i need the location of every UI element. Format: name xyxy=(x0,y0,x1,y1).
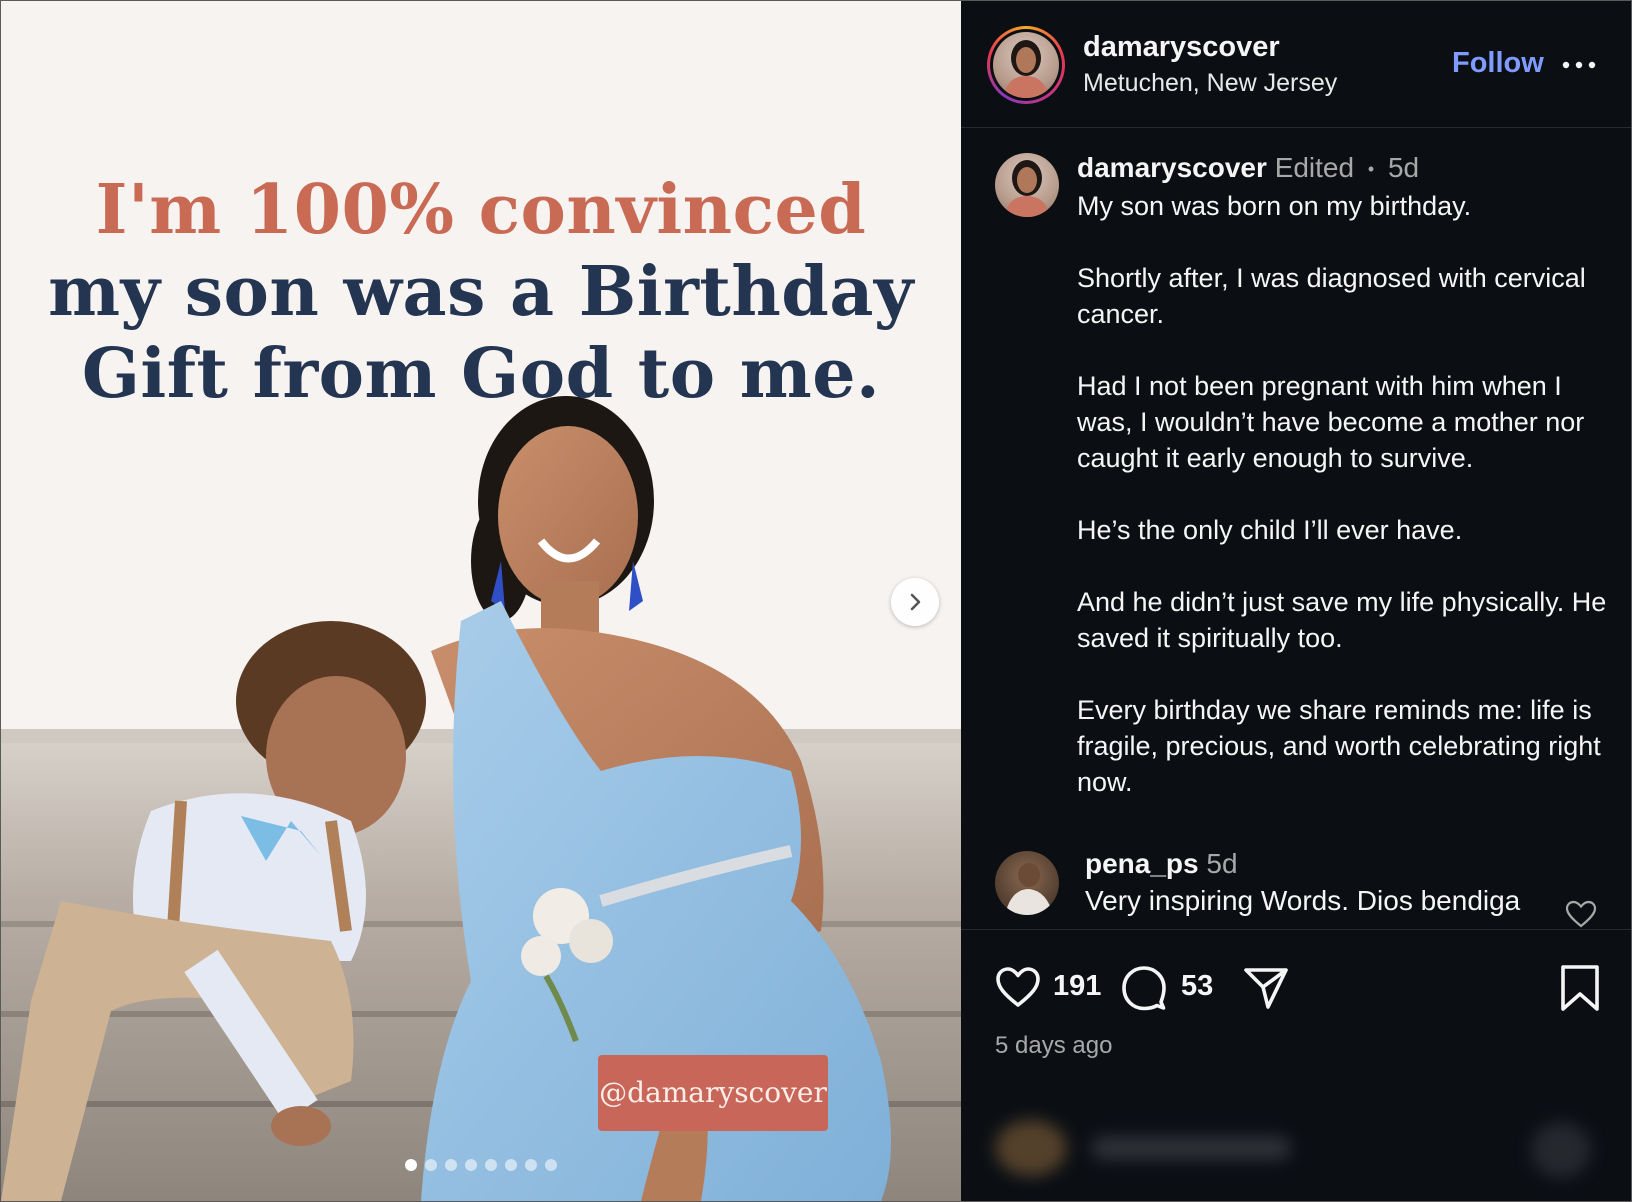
caption-paragraph: Every birthday we share reminds me: life… xyxy=(1077,695,1601,797)
caption-paragraph: And he didn’t just save my life physical… xyxy=(1077,587,1607,653)
avatar xyxy=(993,32,1059,98)
caption-paragraph: Had I not been pregnant with him when I … xyxy=(1077,371,1585,473)
avatar[interactable] xyxy=(995,851,1059,915)
comment-icon[interactable] xyxy=(1121,965,1167,1011)
like-count[interactable]: 191 xyxy=(1053,970,1101,1003)
comments-scroll-area[interactable]: damaryscover Edited • 5d My son was born… xyxy=(961,128,1631,928)
post-header: damaryscover Metuchen, New Jersey Follow xyxy=(961,1,1631,128)
post-headline: I'm 100% convinced my son was a Birthday… xyxy=(1,169,961,415)
headline-line-3: Gift from God to me. xyxy=(81,334,881,414)
carousel-indicator xyxy=(405,1159,557,1171)
watermark-tag: @damaryscover xyxy=(598,1055,828,1131)
story-ring[interactable] xyxy=(987,26,1065,104)
carousel-dot xyxy=(465,1159,477,1171)
caption-paragraph: My son was born on my birthday. xyxy=(1077,191,1472,221)
comment-username[interactable]: pena_ps xyxy=(1085,848,1199,879)
carousel-dot xyxy=(405,1159,417,1171)
headline-line-2: my son was a Birthday xyxy=(48,252,914,332)
comment-count[interactable]: 53 xyxy=(1181,970,1213,1003)
carousel-dot xyxy=(485,1159,497,1171)
post-side-panel: damaryscover Metuchen, New Jersey Follow… xyxy=(961,1,1631,1201)
carousel-dot xyxy=(505,1159,517,1171)
post-timestamp[interactable]: 5 days ago xyxy=(995,1032,1112,1060)
post-modal: I'm 100% convinced my son was a Birthday… xyxy=(0,0,1632,1202)
profile-photo xyxy=(1005,863,1053,915)
share-icon[interactable] xyxy=(1243,965,1289,1011)
caption-paragraph: He’s the only child I’ll ever have. xyxy=(1077,515,1463,545)
carousel-dot xyxy=(445,1159,457,1171)
heart-icon[interactable] xyxy=(1565,900,1597,928)
headline-line-1: I'm 100% convinced xyxy=(95,170,867,250)
profile-photo xyxy=(1004,160,1050,217)
post-media: I'm 100% convinced my son was a Birthday… xyxy=(1,1,961,1201)
carousel-dot xyxy=(425,1159,437,1171)
heart-icon[interactable] xyxy=(995,966,1041,1008)
follow-button[interactable]: Follow xyxy=(1452,47,1544,80)
caption-text: My son was born on my birthday. Shortly … xyxy=(1077,188,1617,836)
caption-meta: damaryscover Edited • 5d xyxy=(1077,152,1419,184)
header-location[interactable]: Metuchen, New Jersey xyxy=(1083,69,1337,98)
comment-text: Very inspiring Words. Dios bendiga xyxy=(1085,885,1521,916)
carousel-dot xyxy=(545,1159,557,1171)
caption-paragraph: Shortly after, I was diagnosed with cerv… xyxy=(1077,263,1586,329)
carousel-dot xyxy=(525,1159,537,1171)
header-username[interactable]: damaryscover xyxy=(1083,31,1280,64)
bookmark-icon[interactable] xyxy=(1559,964,1601,1012)
caption-time[interactable]: 5d xyxy=(1388,152,1419,183)
edited-label: Edited xyxy=(1274,152,1355,183)
blurred-suggestion-row xyxy=(961,1100,1631,1200)
comment-time[interactable]: 5d xyxy=(1206,848,1237,879)
next-slide-button[interactable] xyxy=(891,578,939,626)
profile-photo xyxy=(1003,40,1049,98)
caption-username[interactable]: damaryscover xyxy=(1077,152,1267,183)
comment-meta: pena_ps 5d xyxy=(1085,848,1238,880)
post-actions: 191 53 5 days ago xyxy=(961,929,1631,1201)
more-horizontal-icon[interactable] xyxy=(1561,53,1597,77)
chevron-right-icon xyxy=(910,593,921,611)
avatar[interactable] xyxy=(995,153,1059,217)
meta-separator: • xyxy=(1367,159,1375,180)
